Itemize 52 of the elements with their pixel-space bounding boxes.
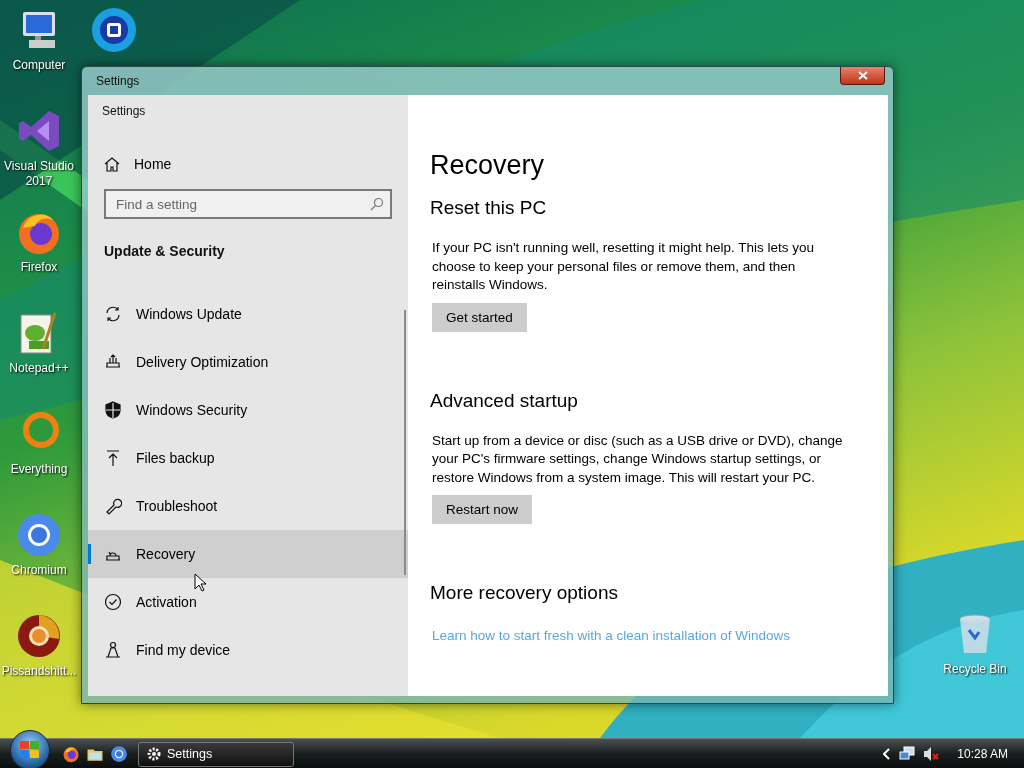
home-item[interactable]: Home <box>88 144 408 184</box>
start-button[interactable] <box>10 730 50 768</box>
search-icon <box>370 197 384 211</box>
app-title: Settings <box>102 104 147 118</box>
sync-icon <box>104 305 122 323</box>
upload-icon <box>104 449 122 467</box>
nav-item[interactable]: Activation <box>88 578 408 626</box>
icon-label: Recycle Bin <box>942 662 1008 677</box>
description: If your PC isn't running well, resetting it might help. This lets you choose to keep your personal files or remove them, and then reinstalls Windows. <box>432 239 815 294</box>
section-heading: More recovery options <box>430 582 619 604</box>
action-button[interactable]: Get started <box>432 302 527 332</box>
close-button[interactable] <box>840 67 885 85</box>
shield-icon <box>104 401 122 419</box>
wrench-icon <box>104 497 122 515</box>
description: Start up from a device or disc (such as a USB drive or DVD), change your PC's firmware settings, change Windows startup settings, or restore Windows from a system image. This will restart your PC. <box>432 431 844 487</box>
tray-upload-icon <box>104 353 122 371</box>
nav-item[interactable]: Troubleshoot <box>88 482 408 530</box>
nav-item[interactable]: Delivery Optimization <box>88 338 408 386</box>
scrollbar[interactable] <box>404 310 406 575</box>
close-icon <box>857 71 868 80</box>
cursor-icon <box>194 573 206 592</box>
taskbar-button[interactable]: Settings <box>138 741 294 767</box>
icon-label: Computer <box>11 58 67 73</box>
section-heading: Advanced startup <box>430 389 579 412</box>
person-icon <box>104 641 122 659</box>
icon-label: Visual Studio 2017 <box>3 159 75 189</box>
nav-item[interactable]: Find my device <box>88 626 408 674</box>
section-heading: Update & Security <box>104 243 226 259</box>
page-title: Recovery <box>430 150 546 181</box>
check-circle-icon <box>104 593 122 611</box>
icon-label: Everything <box>9 462 69 477</box>
muted-speaker-icon[interactable] <box>923 746 940 762</box>
icon-label: Pissandshitt... <box>0 664 78 679</box>
nav-item[interactable]: Files backup <box>88 434 408 482</box>
icon-label: Notepad++ <box>8 361 70 376</box>
search-field[interactable]: Find a setting <box>104 189 392 219</box>
section-heading: Reset this PC <box>430 197 548 219</box>
window-title: Settings <box>96 74 140 88</box>
clock[interactable]: 10:28 AM <box>957 747 1008 761</box>
chevron-icon[interactable] <box>883 748 892 760</box>
browser-icon[interactable] <box>15 612 63 660</box>
nav-item[interactable]: Windows Update <box>88 290 408 338</box>
nav-item[interactable]: Recovery <box>88 530 408 578</box>
network-icon[interactable] <box>899 746 916 762</box>
windows-logo-icon <box>20 741 40 759</box>
icon-label: Firefox <box>19 260 59 275</box>
nav-item[interactable]: Windows Security <box>88 386 408 434</box>
icon-label: Chromium <box>10 563 68 578</box>
app-icon[interactable] <box>90 6 138 54</box>
action-button[interactable]: Restart now <box>432 495 533 524</box>
home-icon <box>104 156 120 172</box>
gear-icon <box>147 747 161 761</box>
